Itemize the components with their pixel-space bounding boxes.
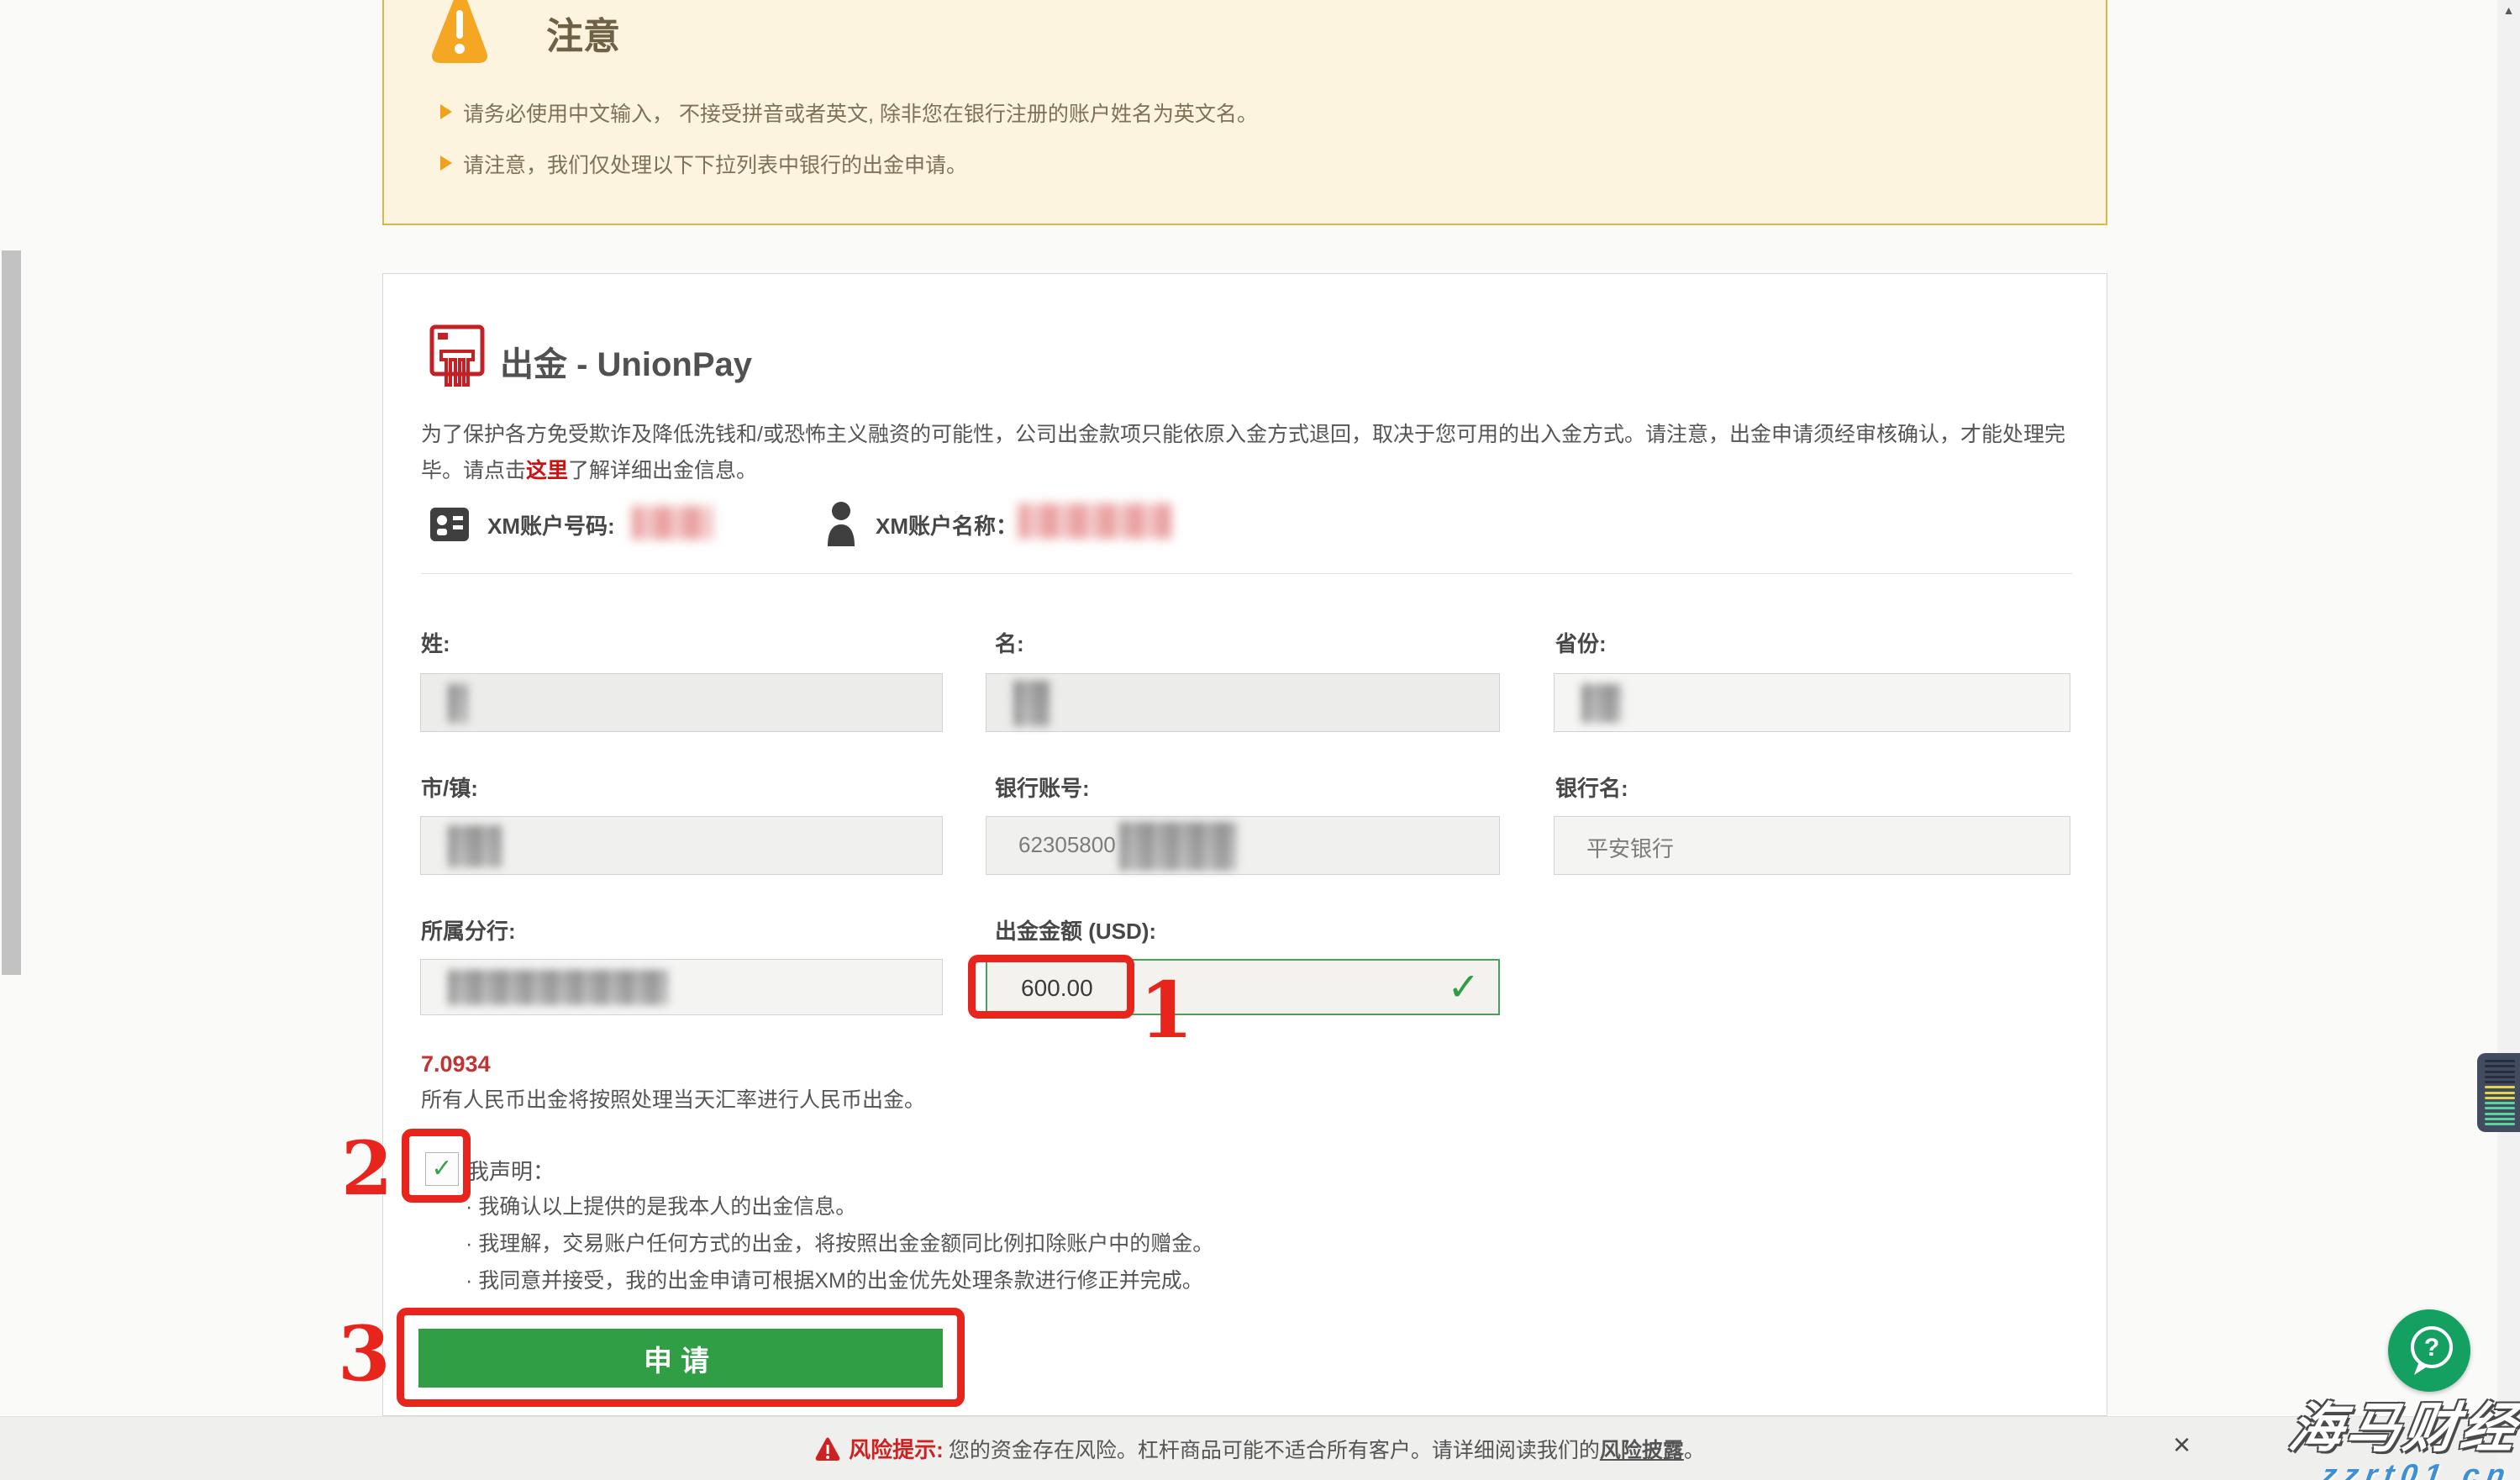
bank-account-input: 62305800 — [986, 816, 1500, 875]
atm-withdrawal-icon — [429, 324, 487, 388]
city-label: 市/镇: — [421, 772, 478, 803]
scrollbar-thumb[interactable] — [2, 250, 21, 975]
close-icon[interactable]: × — [2173, 1427, 2191, 1462]
svg-text:?: ? — [2424, 1334, 2439, 1361]
risk-warning-bar: 风险提示: 您的资金存在风险。杠杆商品可能不适合所有客户。请详细阅读我们的 风险… — [0, 1416, 2520, 1480]
warning-triangle-icon — [431, 0, 488, 64]
first-name-input — [986, 673, 1500, 732]
intro-text: 了解详细出金信息。 — [568, 459, 757, 482]
scrollbar-track[interactable]: ▲ — [2497, 0, 2520, 1480]
bank-name-value: 平安银行 — [1586, 832, 1674, 863]
amount-label: 出金金额 (USD): — [995, 914, 1156, 945]
city-input — [420, 816, 943, 875]
bank-name-input: 平安银行 — [1554, 816, 2070, 875]
annotation-number-3: 3 — [338, 1309, 391, 1398]
arrow-bullet-icon — [440, 155, 452, 171]
account-number-redacted — [632, 506, 713, 540]
id-card-icon — [430, 508, 469, 541]
risk-triangle-icon — [815, 1437, 840, 1461]
person-icon — [824, 501, 858, 546]
last-name-input — [420, 673, 943, 732]
here-link[interactable]: 这里 — [526, 459, 568, 482]
notice-item: 请注意，我们仅处理以下下拉列表中银行的出金申请。 — [463, 149, 967, 179]
annotation-number-2: 2 — [341, 1124, 392, 1212]
risk-label: 风险提示: — [849, 1433, 944, 1464]
intro-paragraph: 为了保护各方免受欺诈及降低洗钱和/或恐怖主义融资的可能性，公司出金款项只能依原入… — [421, 417, 2093, 489]
branch-input — [420, 959, 943, 1015]
annotation-box-step3 — [397, 1308, 965, 1407]
exchange-rate: 7.0934 — [421, 1051, 491, 1077]
notice-box: 注意 请务必使用中文输入， 不接受拼音或者英文, 除非您在银行注册的账户姓名为英… — [382, 0, 2107, 225]
bank-account-label: 银行账号: — [995, 772, 1090, 803]
notice-item: 请务必使用中文输入， 不接受拼音或者英文, 除非您在银行注册的账户姓名为英文名。 — [463, 97, 1258, 128]
scrollbar-up-arrow[interactable]: ▲ — [2497, 3, 2520, 17]
risk-disclosure-link[interactable]: 风险披露 — [1600, 1434, 1684, 1464]
notice-title: 注意 — [546, 6, 620, 60]
declaration-item: · 我理解，交易账户任何方式的出金，将按照出金金额同比例扣除账户中的赠金。 — [466, 1227, 1213, 1257]
withdrawal-page: 注意 请务必使用中文输入， 不接受拼音或者英文, 除非您在银行注册的账户姓名为英… — [0, 0, 2520, 1480]
exchange-rate-note: 所有人民币出金将按照处理当天汇率进行人民币出金。 — [421, 1083, 925, 1114]
declaration-item: · 我同意并接受，我的出金申请可根据XM的出金优先处理条款进行修正并完成。 — [466, 1264, 1203, 1294]
risk-text: 您的资金存在风险。杠杆商品可能不适合所有客户。请详细阅读我们的 — [949, 1434, 1600, 1464]
last-name-label: 姓: — [421, 627, 450, 658]
bank-account-visible-digits: 62305800 — [1018, 832, 1116, 858]
annotation-box-step2 — [402, 1129, 471, 1203]
account-name-label: XM账户名称： — [876, 509, 1018, 540]
account-name-redacted — [1018, 503, 1171, 539]
risk-suffix: 。 — [1684, 1434, 1705, 1464]
card-title: 出金 - UnionPay — [500, 337, 752, 386]
annotation-number-1: 1 — [1139, 965, 1193, 1056]
question-bubble-icon: ? — [2388, 1309, 2470, 1392]
bank-name-label: 银行名: — [1555, 772, 1628, 803]
divider — [421, 573, 2072, 574]
account-number-label: XM账户号码: — [487, 509, 615, 540]
declaration-label: 我声明： — [467, 1155, 555, 1186]
valid-check-icon: ✓ — [1447, 964, 1480, 1009]
branch-label: 所属分行: — [421, 914, 516, 945]
withdrawal-card: 出金 - UnionPay 为了保护各方免受欺诈及降低洗钱和/或恐怖主义融资的可… — [382, 273, 2107, 1416]
account-info-row: XM账户号码: XM账户名称： — [383, 501, 2107, 551]
arrow-bullet-icon — [440, 104, 452, 119]
side-extension-widget[interactable] — [2477, 1053, 2520, 1132]
annotation-box-step1 — [968, 955, 1134, 1019]
declaration-item: · 我确认以上提供的是我本人的出金信息。 — [466, 1190, 856, 1220]
province-input — [1554, 673, 2070, 732]
help-button[interactable]: ? — [2388, 1309, 2470, 1392]
province-label: 省份: — [1555, 627, 1607, 658]
first-name-label: 名: — [995, 627, 1024, 658]
